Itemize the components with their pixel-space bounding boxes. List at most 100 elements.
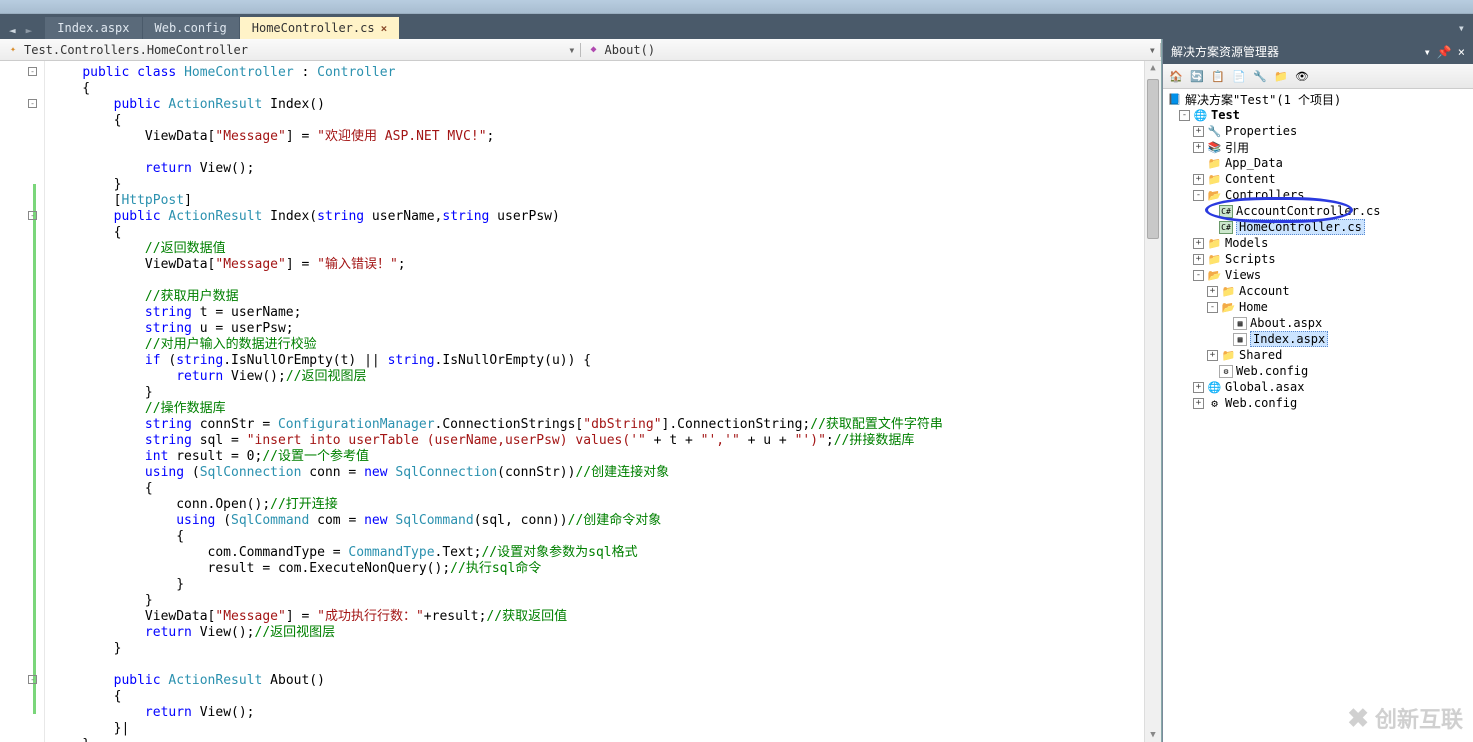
tab-web-config[interactable]: Web.config xyxy=(143,17,239,39)
scroll-up-icon[interactable]: ▲ xyxy=(1145,61,1161,73)
tree-item-controllers[interactable]: - 📂 Controllers xyxy=(1167,187,1469,203)
tree-item-references[interactable]: + 📚 引用 xyxy=(1167,139,1469,155)
vertical-scrollbar[interactable]: ▲ ▼ xyxy=(1144,61,1161,742)
tree-item-models[interactable]: + 📁 Models xyxy=(1167,235,1469,251)
tree-item-views-account[interactable]: + 📁 Account xyxy=(1167,283,1469,299)
solution-icon: 📘 xyxy=(1167,92,1182,106)
expand-toggle[interactable]: + xyxy=(1193,238,1204,249)
expand-toggle[interactable]: + xyxy=(1193,142,1204,153)
tree-item-appdata[interactable]: 📁 App_Data xyxy=(1167,155,1469,171)
code-text[interactable]: public class HomeController : Controller… xyxy=(45,61,1144,742)
folder-icon: 📁 xyxy=(1221,348,1236,362)
tree-item-scripts[interactable]: + 📁 Scripts xyxy=(1167,251,1469,267)
node-label: Properties xyxy=(1225,124,1297,138)
node-label: App_Data xyxy=(1225,156,1283,170)
expand-toggle[interactable]: + xyxy=(1207,286,1218,297)
node-label: Content xyxy=(1225,172,1276,186)
fold-toggle[interactable]: - xyxy=(28,211,37,220)
tree-item-webconfig[interactable]: + ⚙ Web.config xyxy=(1167,395,1469,411)
pin-icon[interactable]: 📌 xyxy=(1437,45,1452,59)
node-label: Shared xyxy=(1239,348,1282,362)
expand-toggle[interactable]: - xyxy=(1193,270,1204,281)
fold-toggle[interactable]: - xyxy=(28,67,37,76)
nav-bar: ✦ Test.Controllers.HomeController ▾ ◆ Ab… xyxy=(0,39,1161,61)
watermark-logo-icon: ✖ xyxy=(1347,703,1369,734)
chevron-down-icon: ▾ xyxy=(568,43,575,57)
close-icon[interactable]: × xyxy=(1458,45,1465,59)
tree-item-globalasax[interactable]: + 🌐 Global.asax xyxy=(1167,379,1469,395)
tree-item-accountcontroller[interactable]: C# AccountController.cs xyxy=(1167,203,1469,219)
node-label: Test xyxy=(1211,108,1240,122)
class-selector[interactable]: ✦ Test.Controllers.HomeController ▾ xyxy=(0,43,581,57)
tree-item-views-webconfig[interactable]: ⚙ Web.config xyxy=(1167,363,1469,379)
node-label: Web.config xyxy=(1236,364,1308,378)
tab-label: Web.config xyxy=(155,21,227,35)
fold-toggle[interactable]: - xyxy=(28,675,37,684)
nav-back-icon[interactable]: ◄ xyxy=(4,22,21,39)
csharp-file-icon: C# xyxy=(1219,205,1233,218)
node-label: Web.config xyxy=(1225,396,1297,410)
watermark: ✖ 创新互联 xyxy=(1347,702,1463,734)
project-node[interactable]: - 🌐 Test xyxy=(1167,107,1469,123)
expand-toggle[interactable]: + xyxy=(1193,126,1204,137)
chevron-down-icon: ▾ xyxy=(1149,43,1156,57)
node-label: Controllers xyxy=(1225,188,1304,202)
tree-item-properties[interactable]: + 🔧 Properties xyxy=(1167,123,1469,139)
panel-menu-icon[interactable]: ▾ xyxy=(1424,45,1431,59)
expand-toggle[interactable]: + xyxy=(1193,398,1204,409)
tree-item-homecontroller[interactable]: C# HomeController.cs xyxy=(1167,219,1469,235)
tree-item-content[interactable]: + 📁 Content xyxy=(1167,171,1469,187)
show-all-icon[interactable]: 📁 xyxy=(1272,67,1290,85)
tab-overflow-icon[interactable]: ▾ xyxy=(1450,17,1473,39)
node-label: 引用 xyxy=(1225,139,1249,156)
solution-node[interactable]: 📘 解决方案"Test"(1 个项目) xyxy=(1167,91,1469,107)
tree-item-views[interactable]: - 📂 Views xyxy=(1167,267,1469,283)
folder-icon: 📂 xyxy=(1221,300,1236,314)
expand-toggle[interactable]: + xyxy=(1193,254,1204,265)
fold-toggle[interactable]: - xyxy=(28,99,37,108)
tab-label: HomeController.cs xyxy=(252,21,375,35)
expand-toggle[interactable]: - xyxy=(1193,190,1204,201)
expand-toggle[interactable]: + xyxy=(1193,174,1204,185)
tab-index-aspx[interactable]: Index.aspx xyxy=(45,17,141,39)
view-icon[interactable]: 👁 xyxy=(1293,67,1311,85)
member-name: About() xyxy=(605,43,656,57)
panel-title-bar[interactable]: 解决方案资源管理器 ▾ 📌 × xyxy=(1163,39,1473,64)
tree-item-about-aspx[interactable]: ▦ About.aspx xyxy=(1167,315,1469,331)
panel-toolbar: 🏠 🔄 📋 📄 🔧 📁 👁 xyxy=(1163,64,1473,89)
folder-icon: 📁 xyxy=(1221,284,1236,298)
collapse-icon[interactable]: 📄 xyxy=(1230,67,1248,85)
solution-tree[interactable]: 📘 解决方案"Test"(1 个项目) - 🌐 Test + 🔧 Propert… xyxy=(1163,89,1473,742)
nav-fwd-icon[interactable]: ► xyxy=(21,22,38,39)
editor-column: ✦ Test.Controllers.HomeController ▾ ◆ Ab… xyxy=(0,39,1162,742)
tree-item-views-shared[interactable]: + 📁 Shared xyxy=(1167,347,1469,363)
csharp-file-icon: C# xyxy=(1219,221,1233,234)
properties-icon[interactable]: 🔧 xyxy=(1251,67,1269,85)
scroll-thumb[interactable] xyxy=(1147,79,1159,239)
expand-toggle[interactable]: - xyxy=(1207,302,1218,313)
code-area: - - - - public class HomeController : Co… xyxy=(0,61,1161,742)
config-file-icon: ⚙ xyxy=(1219,365,1233,378)
sync-icon[interactable]: 📋 xyxy=(1209,67,1227,85)
folder-icon: 📂 xyxy=(1207,268,1222,282)
close-icon[interactable]: × xyxy=(381,22,388,35)
references-icon: 📚 xyxy=(1207,140,1222,154)
refresh-icon[interactable]: 🔄 xyxy=(1188,67,1206,85)
expand-toggle[interactable]: + xyxy=(1193,382,1204,393)
tab-label: Index.aspx xyxy=(57,21,129,35)
node-label: Index.aspx xyxy=(1250,331,1328,347)
node-label: Scripts xyxy=(1225,252,1276,266)
member-selector[interactable]: ◆ About() ▾ xyxy=(581,43,1162,57)
tab-homecontroller[interactable]: HomeController.cs × xyxy=(240,17,399,39)
tree-item-index-aspx[interactable]: ▦ Index.aspx xyxy=(1167,331,1469,347)
node-label: AccountController.cs xyxy=(1236,204,1381,218)
aspx-file-icon: ▦ xyxy=(1233,333,1247,346)
expand-toggle[interactable]: + xyxy=(1207,350,1218,361)
home-icon[interactable]: 🏠 xyxy=(1167,67,1185,85)
scroll-down-icon[interactable]: ▼ xyxy=(1145,730,1161,740)
code-body[interactable]: public class HomeController : Controller… xyxy=(45,61,1144,742)
folder-icon: 📂 xyxy=(1207,188,1222,202)
expand-toggle[interactable]: - xyxy=(1179,110,1190,121)
method-icon: ◆ xyxy=(587,43,601,57)
tree-item-views-home[interactable]: - 📂 Home xyxy=(1167,299,1469,315)
